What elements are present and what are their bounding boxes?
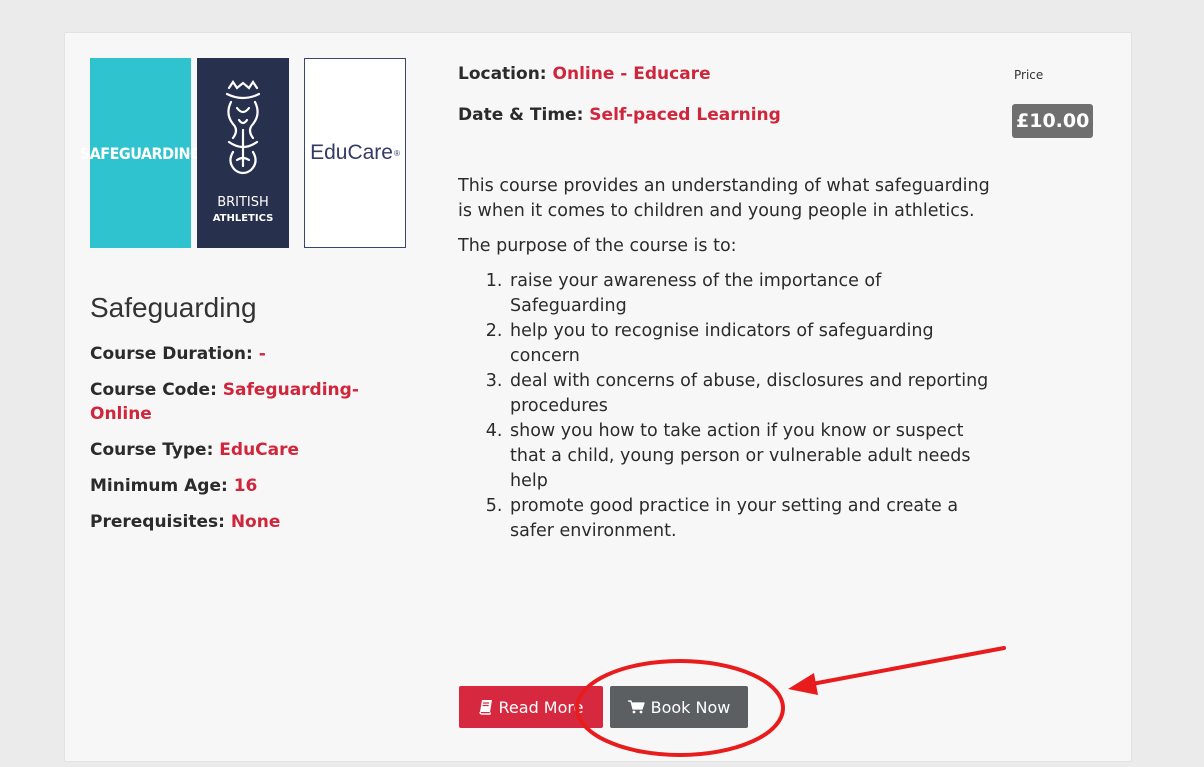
course-type-label: Course Type:	[90, 440, 220, 460]
course-code-label: Course Code:	[90, 380, 223, 400]
purpose-item: deal with concerns of abuse, disclosures…	[508, 369, 998, 419]
read-more-label: Read More	[498, 697, 584, 717]
datetime-value: Self-paced Learning	[589, 105, 781, 125]
datetime-row: Date & Time: Self-paced Learning	[458, 103, 781, 127]
book-icon	[478, 699, 493, 715]
location-row: Location: Online - Educare	[458, 62, 711, 86]
purpose-list: raise your awareness of the importance o…	[458, 269, 998, 544]
purpose-item: show you how to take action if you know …	[508, 419, 998, 494]
book-now-label: Book Now	[650, 697, 731, 717]
prerequisites-label: Prerequisites:	[90, 512, 231, 532]
price-label: Price	[1014, 68, 1044, 82]
prerequisites-row: Prerequisites: None	[90, 510, 410, 534]
location-label: Location:	[458, 64, 553, 84]
minimum-age-label: Minimum Age:	[90, 476, 234, 496]
course-code-row: Course Code: Safeguarding-Online	[90, 378, 410, 426]
course-duration-label: Course Duration:	[90, 344, 259, 364]
datetime-label: Date & Time:	[458, 105, 590, 125]
course-duration-row: Course Duration: -	[90, 342, 410, 366]
course-duration-value: -	[258, 344, 266, 364]
course-type-value: EduCare	[219, 440, 300, 460]
course-logos: SAFEGUARDING BRITISH ATHLETICS EduCare ®	[80, 58, 406, 248]
british-athletics-logo: BRITISH ATHLETICS	[197, 58, 289, 248]
british-athletics-line1: BRITISH	[217, 195, 269, 210]
course-title: Safeguarding	[90, 292, 257, 323]
british-athletics-line2: ATHLETICS	[212, 213, 274, 224]
prerequisites-value: None	[230, 512, 281, 532]
location-value: Online - Educare	[552, 64, 711, 84]
course-details: Course Duration: - Course Code: Safeguar…	[90, 342, 410, 546]
safeguarding-logo: SAFEGUARDING	[80, 58, 202, 248]
description-intro: This course provides an understanding of…	[458, 176, 990, 221]
read-more-button[interactable]: Read More	[459, 686, 603, 728]
educare-logo-text: EduCare	[310, 141, 393, 164]
purpose-item: promote good practice in your setting an…	[508, 494, 998, 544]
purpose-heading: The purpose of the course is to:	[458, 236, 737, 256]
price-badge: £10.00	[1012, 104, 1094, 138]
purpose-item: raise your awareness of the importance o…	[508, 269, 998, 319]
shopping-cart-icon	[627, 700, 645, 714]
course-type-row: Course Type: EduCare	[90, 438, 410, 462]
minimum-age-row: Minimum Age: 16	[90, 474, 410, 498]
purpose-item: help you to recognise indicators of safe…	[508, 319, 998, 369]
safeguarding-logo-text: SAFEGUARDING	[79, 143, 202, 163]
athletics-crest-icon	[225, 80, 261, 175]
course-description: This course provides an understanding of…	[458, 174, 998, 544]
educare-registered-mark: ®	[393, 148, 400, 158]
educare-logo: EduCare ®	[304, 58, 406, 248]
book-now-button[interactable]: Book Now	[610, 686, 748, 728]
minimum-age-value: 16	[233, 476, 258, 496]
